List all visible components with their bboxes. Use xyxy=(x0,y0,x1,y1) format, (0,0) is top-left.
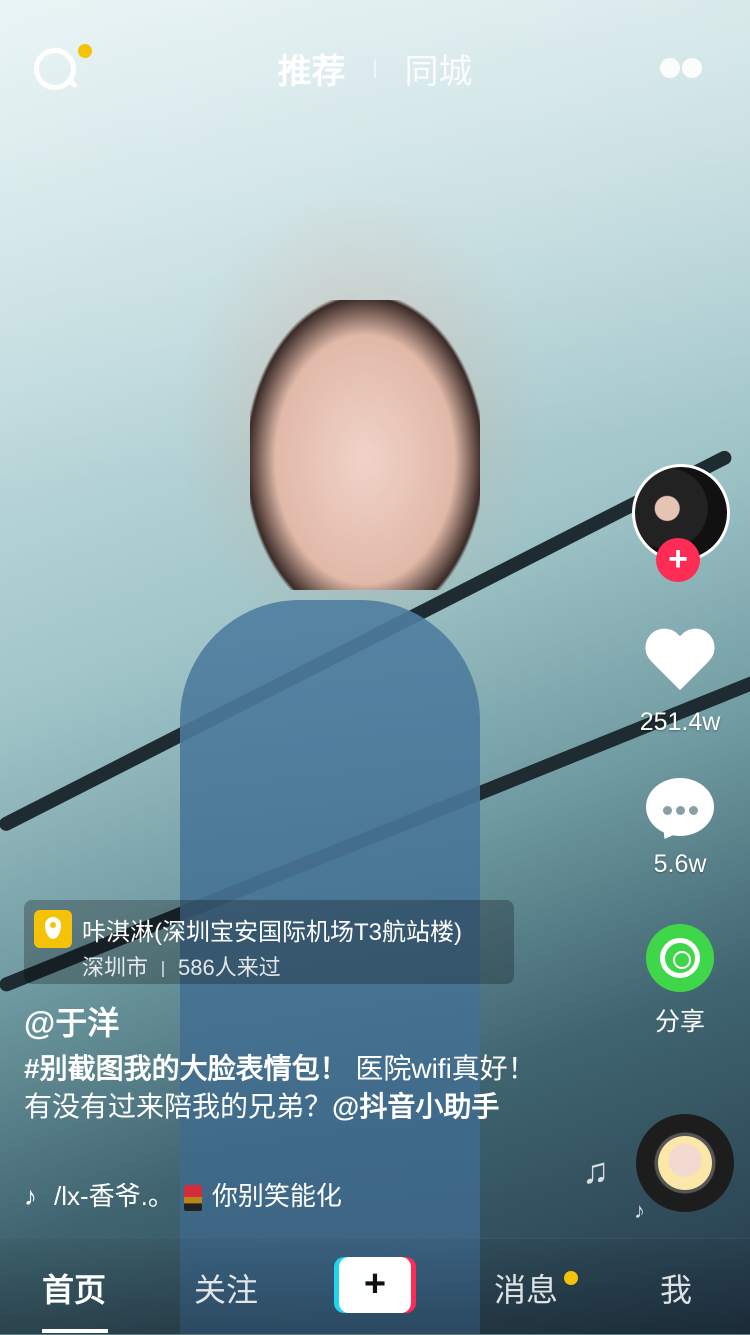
location-visitors: 586人来过 xyxy=(178,955,281,980)
like-button[interactable]: 251.4w xyxy=(610,630,750,737)
comment-count: 5.6w xyxy=(653,850,707,878)
music-marquee[interactable]: ♪ /lx-香爷.。 你别笑能化 xyxy=(24,1176,454,1216)
top-bar: 推荐 同城 xyxy=(0,0,750,140)
feed-tabs: 推荐 同城 xyxy=(0,44,750,93)
tab-divider xyxy=(374,59,376,78)
share-label: 分享 xyxy=(654,1008,705,1036)
music-note-icon: ♪ xyxy=(634,1198,645,1223)
nav-me[interactable]: 我 xyxy=(660,1265,692,1311)
live-icon[interactable] xyxy=(660,58,706,78)
lipstick-emoji-icon xyxy=(183,1185,202,1212)
like-count: 251.4w xyxy=(639,708,721,736)
bottom-nav: 首页 关注 + 消息 我 xyxy=(0,1238,750,1335)
music-note-icon: ♫ xyxy=(582,1150,609,1191)
creator-avatar-group: + xyxy=(610,460,750,590)
music-cover-avatar xyxy=(658,1136,712,1190)
music-title-continued: 你别笑能化 xyxy=(211,1181,342,1211)
post-caption: #别截图我的大脸表情包！ 医院wifi真好！有没有过来陪我的兄弟？@抖音小助手 xyxy=(24,1050,544,1126)
nav-messages[interactable]: 消息 xyxy=(494,1265,558,1311)
nav-active-indicator xyxy=(42,1329,108,1333)
share-icon xyxy=(646,924,714,992)
location-meta: 深圳市 586人来过 xyxy=(82,950,281,982)
caption-mention[interactable]: @抖音小助手 xyxy=(332,1091,499,1122)
location-name: 咔淇淋(深圳宝安国际机场T3航站楼) xyxy=(82,919,462,946)
nav-follow[interactable]: 关注 xyxy=(194,1265,258,1311)
comment-icon xyxy=(646,778,714,845)
messages-badge-dot xyxy=(564,1271,578,1285)
location-city: 深圳市 xyxy=(82,955,149,980)
plus-icon: + xyxy=(339,1257,411,1313)
video-person-head xyxy=(250,300,480,590)
create-button[interactable]: + xyxy=(334,1257,416,1313)
share-button[interactable]: 分享 xyxy=(610,924,750,1038)
heart-icon xyxy=(644,630,716,694)
caption-hashtag[interactable]: #别截图我的大脸表情包！ xyxy=(24,1053,348,1084)
follow-button[interactable]: + xyxy=(656,538,700,582)
music-title: /lx-香爷.。 xyxy=(54,1181,174,1211)
username-link[interactable]: @于洋 xyxy=(24,998,119,1044)
location-pin-icon xyxy=(34,910,72,948)
nav-home[interactable]: 首页 xyxy=(42,1265,106,1311)
tab-city[interactable]: 同城 xyxy=(404,44,472,93)
location-tag[interactable]: 咔淇淋(深圳宝安国际机场T3航站楼) 深圳市 586人来过 xyxy=(24,900,514,984)
tab-recommend[interactable]: 推荐 xyxy=(278,44,346,93)
tiktok-music-icon: ♪ xyxy=(24,1181,37,1211)
music-disc-button[interactable] xyxy=(636,1114,734,1212)
comment-button[interactable]: 5.6w xyxy=(610,778,750,879)
